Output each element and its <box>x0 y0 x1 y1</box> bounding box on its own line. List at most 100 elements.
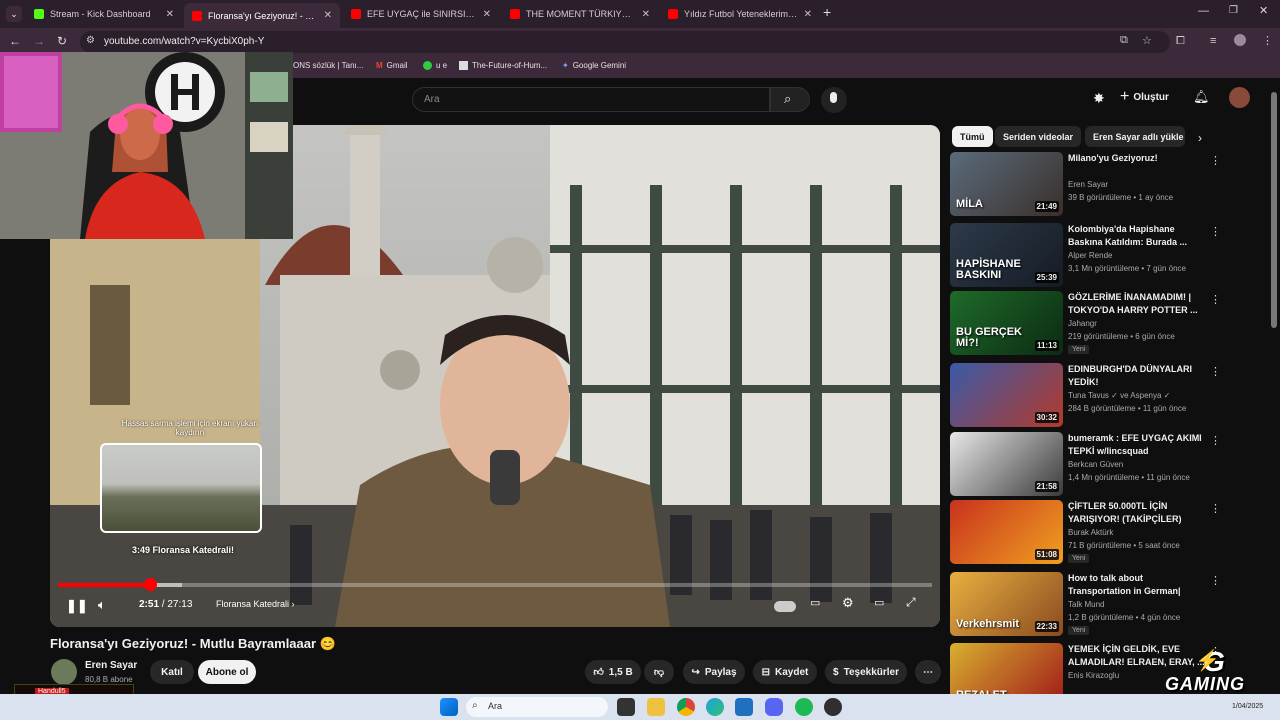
channel-avatar[interactable] <box>51 659 77 685</box>
new-tab-button[interactable]: + <box>823 4 831 20</box>
recommendation-title[interactable]: Milano'yu Geziyoruz! <box>1068 152 1206 165</box>
chapter-button[interactable]: Floransa Katedrali › <box>216 599 295 609</box>
more-options-icon[interactable]: ⋮ <box>1210 574 1221 587</box>
minimize-button[interactable]: — <box>1198 5 1209 17</box>
chip-all[interactable]: Tümü <box>952 126 993 147</box>
search-input[interactable]: Ara <box>412 87 770 112</box>
chips-next-icon[interactable]: › <box>1198 131 1202 145</box>
maximize-button[interactable]: ❐ <box>1229 5 1238 16</box>
bookmark-gmail[interactable]: M Gmail <box>376 61 408 70</box>
recommendation-item[interactable]: BU GERÇEK Mİ?! 11:13 GÖZLERİME İNANAMADIM!… <box>950 291 1230 357</box>
bookmark-ons[interactable]: ONS sözlük | Tanı... <box>293 61 363 70</box>
join-button[interactable]: Katıl <box>150 660 194 684</box>
close-tab-icon[interactable]: ✕ <box>642 9 650 20</box>
recommendation-item[interactable]: Verkehrsmit 22:33 How to talk about Transp… <box>950 572 1230 638</box>
more-options-icon[interactable]: ⋮ <box>1210 225 1221 238</box>
close-tab-icon[interactable]: ✕ <box>166 9 174 20</box>
more-options-icon[interactable]: ⋮ <box>1210 365 1221 378</box>
autoplay-toggle[interactable] <box>774 601 796 612</box>
subtitles-icon[interactable]: ▭ <box>810 596 820 609</box>
recommendation-channel[interactable]: Alper Rende <box>1068 251 1112 260</box>
more-actions-button[interactable]: ⋯ <box>915 660 941 684</box>
miniplayer-icon[interactable]: ▭ <box>874 596 884 609</box>
reload-icon[interactable]: ↻ <box>57 34 67 48</box>
page-scrollbar[interactable] <box>1271 92 1277 328</box>
dislike-button[interactable]: 👎︎ <box>644 660 674 684</box>
voice-search-button[interactable] <box>821 87 847 113</box>
recommendation-title[interactable]: How to talk about Transportation in Germ… <box>1068 572 1206 599</box>
recommendation-channel[interactable]: Tuna Tavus ✓ ve Aspenya ✓ <box>1068 391 1170 400</box>
more-options-icon[interactable]: ⋮ <box>1210 502 1221 515</box>
media-control-icon[interactable]: ≡ <box>1210 35 1216 47</box>
pause-icon[interactable]: ❚❚ <box>66 598 88 614</box>
recommendation-channel[interactable]: Jahangr <box>1068 319 1097 328</box>
browser-tab-4[interactable]: Yıldız Futbol Yeteneklerimi Puan ✕ <box>660 3 820 25</box>
progress-bar[interactable] <box>58 578 932 591</box>
browser-tab-2[interactable]: EFE UYGAÇ ile SINIRSIZ YEMEK ✕ <box>343 3 499 25</box>
install-app-icon[interactable]: ⧉ <box>1120 34 1128 47</box>
chrome-menu-icon[interactable]: ⋮ <box>1262 34 1273 47</box>
recommendation-item[interactable]: 30:32 EDINBURGH'DA DÜNYALARI YEDİK! Tuna T… <box>950 363 1230 429</box>
account-avatar[interactable] <box>1229 87 1250 108</box>
bookmark-future[interactable]: The-Future-of-Hum... <box>459 61 547 70</box>
like-button[interactable]: 👍︎ 1,5 B <box>585 660 641 684</box>
recommendation-title[interactable]: GÖZLERİME İNANAMADIM! | TOKYO'DA HARRY P… <box>1068 291 1206 317</box>
settings-gear-icon[interactable]: ⚙ <box>842 595 854 611</box>
profile-icon[interactable] <box>1234 34 1246 46</box>
recommendation-thumbnail[interactable]: 21:58 <box>950 432 1063 496</box>
site-info-icon[interactable]: ⚙ <box>86 35 95 46</box>
recommendation-channel[interactable]: Talk Mund <box>1068 600 1104 609</box>
recommendation-title[interactable]: bumeramk : EFE UYGAÇ AKIMI TEPKİ w/lincs… <box>1068 432 1206 458</box>
subscribe-button[interactable]: Abone ol <box>198 660 256 684</box>
chip-channel-uploads[interactable]: Eren Sayar adlı yükle <box>1085 126 1185 147</box>
chip-series[interactable]: Seriden videolar <box>995 126 1082 147</box>
recommendation-thumbnail[interactable]: 51:08 <box>950 500 1063 564</box>
more-options-icon[interactable]: ⋮ <box>1210 154 1221 167</box>
more-options-icon[interactable]: ⋮ <box>1210 293 1221 306</box>
taskbar-search[interactable]: ⌕ Ara <box>466 697 608 717</box>
forward-icon[interactable]: → <box>33 34 45 48</box>
recommendation-thumbnail[interactable]: Verkehrsmit 22:33 <box>950 572 1063 636</box>
fullscreen-icon[interactable]: ⤢ <box>906 595 916 610</box>
tab-search-button[interactable]: ⌄ <box>6 6 22 22</box>
bookmark-ue[interactable]: u e <box>423 61 447 70</box>
back-icon[interactable]: ← <box>9 34 21 48</box>
recommendation-item[interactable]: 51:08 ÇİFTLER 50.000TL İÇİN YARIŞIYOR! (T… <box>950 500 1230 566</box>
recommendation-title[interactable]: Kolombiya'da Hapishane Baskına Katıldım:… <box>1068 223 1206 249</box>
spotify-icon[interactable] <box>795 698 813 716</box>
edge-icon[interactable] <box>706 698 724 716</box>
recommendation-item[interactable]: 21:58 bumeramk : EFE UYGAÇ AKIMI TEPKİ w/… <box>950 432 1230 498</box>
recommendation-item[interactable]: HAPİSHANE BASKINI 25:39 Kolombiya'da Hapis… <box>950 223 1230 289</box>
channel-name[interactable]: Eren Sayar <box>85 660 137 671</box>
close-tab-icon[interactable]: ✕ <box>804 9 812 20</box>
store-icon[interactable] <box>735 698 753 716</box>
browser-tab-1[interactable]: Floransa'yı Geziyoruz! - Mu ✕ <box>184 3 340 28</box>
recommendation-thumbnail[interactable]: 30:32 <box>950 363 1063 427</box>
search-button[interactable]: ⌕ <box>770 87 810 112</box>
windows-start-icon[interactable] <box>440 698 458 716</box>
recommendation-thumbnail[interactable]: REZALET <box>950 643 1063 694</box>
url-field[interactable]: ⚙ youtube.com/watch?v=KycbiX0ph-Y ⧉ ☆ <box>80 31 1170 53</box>
thanks-button[interactable]: $ Teşekkürler <box>825 660 907 684</box>
create-button[interactable]: + Oluştur <box>1120 89 1169 105</box>
discord-icon[interactable] <box>765 698 783 716</box>
recommendation-channel[interactable]: Enis Kirazoglu <box>1068 671 1119 680</box>
browser-tab-0[interactable]: Stream - Kick Dashboard ✕ <box>26 3 182 25</box>
close-window-button[interactable]: ✕ <box>1259 4 1268 17</box>
recommendation-item[interactable]: MİLA 21:49 Milano'yu Geziyoruz! Eren Sayar 3… <box>950 152 1230 218</box>
obs-icon[interactable] <box>824 698 842 716</box>
close-tab-icon[interactable]: ✕ <box>324 10 332 21</box>
more-options-icon[interactable]: ⋮ <box>1210 434 1221 447</box>
recommendation-title[interactable]: ÇİFTLER 50.000TL İÇİN YARIŞIYOR! (TAKİPÇ… <box>1068 500 1206 526</box>
task-view-icon[interactable] <box>617 698 635 716</box>
browser-tab-3[interactable]: THE MOMENT TÜRKIYE QUALIF ✕ <box>502 3 658 25</box>
recommendation-thumbnail[interactable]: BU GERÇEK Mİ?! 11:13 <box>950 291 1063 355</box>
file-explorer-icon[interactable] <box>647 698 665 716</box>
extensions-icon[interactable]: ⧠ <box>1176 35 1185 48</box>
bookmark-star-icon[interactable]: ☆ <box>1142 34 1152 47</box>
save-button[interactable]: ⊟ Kaydet <box>753 660 817 684</box>
bookmark-gemini[interactable]: ✦ Google Gemini <box>562 61 626 70</box>
close-tab-icon[interactable]: ✕ <box>483 9 491 20</box>
gemini-sparkle-icon[interactable]: ✸ <box>1093 90 1105 107</box>
recommendation-channel[interactable]: Burak Aktürk <box>1068 528 1113 537</box>
